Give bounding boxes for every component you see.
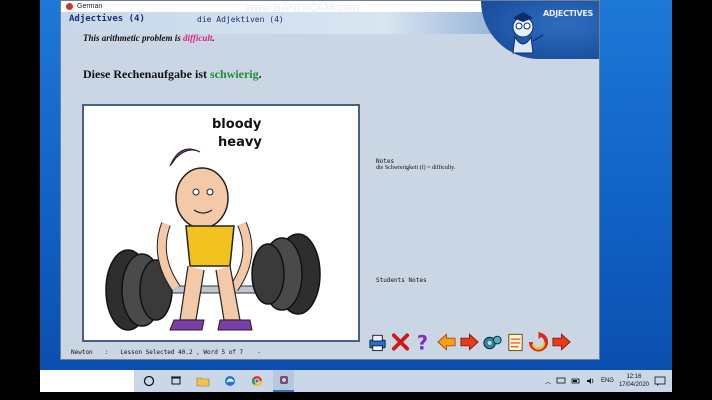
english-sentence: This arithmetic problem is difficult. <box>83 33 215 43</box>
close-icon <box>391 333 410 351</box>
english-prefix: This arithmetic problem is <box>83 33 184 43</box>
professor-icon <box>512 12 543 54</box>
cortana-button[interactable] <box>138 370 159 392</box>
next-button[interactable] <box>551 331 572 353</box>
next-icon <box>552 333 571 351</box>
forward-button[interactable] <box>459 331 480 353</box>
status-bar: Newton : Lesson Selected 40.2 , Word 5 o… <box>61 346 361 358</box>
taskbar-clock[interactable]: 12:16 17/04/2020 <box>619 373 649 389</box>
caption-line-2: heavy <box>218 135 262 150</box>
notification-icon[interactable] <box>654 376 666 386</box>
app-icon <box>66 3 73 10</box>
refresh-icon <box>528 331 549 352</box>
chrome-button[interactable] <box>246 370 267 392</box>
weightlifter-illustration: bloody heavy <box>105 117 321 331</box>
back-icon <box>437 333 456 351</box>
circle-icon <box>143 375 154 387</box>
taskbar-search-area[interactable] <box>40 370 134 392</box>
edge-button[interactable] <box>219 370 240 392</box>
file-explorer-button[interactable] <box>192 370 213 392</box>
bandicam-watermark: www.BANDICAM.com <box>246 2 359 14</box>
students-notes-label: Students Notes <box>376 277 427 284</box>
edge-icon <box>224 376 235 386</box>
back-button[interactable] <box>436 331 457 353</box>
app-icon <box>279 376 288 384</box>
status-dash: - <box>257 348 261 356</box>
taskbar-icons <box>138 370 294 392</box>
system-tray: ︿ ENG 12:16 17/04/2020 <box>545 370 672 392</box>
clock-date: 17/04/2020 <box>618 382 649 388</box>
english-highlight: difficult <box>183 33 213 43</box>
lesson-toolbar: ? <box>367 327 599 357</box>
status-lesson: Lesson Selected 40.2 , Word 5 of 7 <box>120 348 244 356</box>
task-view-button[interactable] <box>165 370 186 392</box>
notes-label: Notes <box>376 158 395 165</box>
taskbar: ︿ ENG 12:16 17/04/2020 <box>40 370 672 392</box>
network-icon[interactable] <box>556 377 566 385</box>
close-lesson-button[interactable] <box>390 331 411 353</box>
lesson-title: Adjectives (4) <box>69 14 145 24</box>
german-app-button[interactable] <box>273 370 294 392</box>
language-indicator[interactable]: ENG <box>601 378 614 384</box>
german-prefix: Diese Rechenaufgabe ist <box>83 67 210 81</box>
svg-text:?: ? <box>417 332 428 353</box>
help-icon: ? <box>417 332 428 353</box>
lesson-subtitle: die Adjektiven (4) <box>197 15 284 24</box>
chrome-icon <box>251 376 262 386</box>
german-suffix: . <box>258 67 262 81</box>
forward-icon <box>460 333 479 351</box>
caption-line-1: bloody <box>212 117 262 132</box>
german-highlight: schwierig <box>209 67 259 81</box>
print-icon <box>369 334 386 352</box>
badge-label: ADJECTIVES <box>543 9 593 18</box>
print-button[interactable] <box>367 331 388 353</box>
settings-button[interactable] <box>482 331 503 353</box>
notes-button[interactable] <box>505 331 526 353</box>
notes-text: die Schwierigkeit (f) = difficulty. <box>376 165 456 171</box>
lesson-illustration: bloody heavy <box>82 104 360 342</box>
settings-icon <box>483 335 502 350</box>
app-window: German — ☐ ✕ Adjectives (4) die Adjektiv… <box>60 0 600 360</box>
refresh-button[interactable] <box>528 331 549 353</box>
notes-icon <box>508 333 523 352</box>
german-sentence: Diese Rechenaufgabe ist schwierig. <box>83 67 262 82</box>
window-title: German <box>77 3 103 10</box>
adjectives-badge: ADJECTIVES <box>481 1 599 59</box>
clock-time: 12:16 <box>626 374 642 380</box>
english-suffix: . <box>212 33 215 43</box>
task-view-icon <box>170 376 181 385</box>
help-button[interactable]: ? <box>413 331 434 353</box>
status-separator: : <box>104 348 109 356</box>
status-user: Newton <box>71 348 93 356</box>
tray-chevron-icon[interactable]: ︿ <box>545 377 551 386</box>
folder-icon <box>196 377 209 387</box>
battery-icon[interactable] <box>571 377 581 385</box>
volume-icon[interactable] <box>586 377 596 385</box>
